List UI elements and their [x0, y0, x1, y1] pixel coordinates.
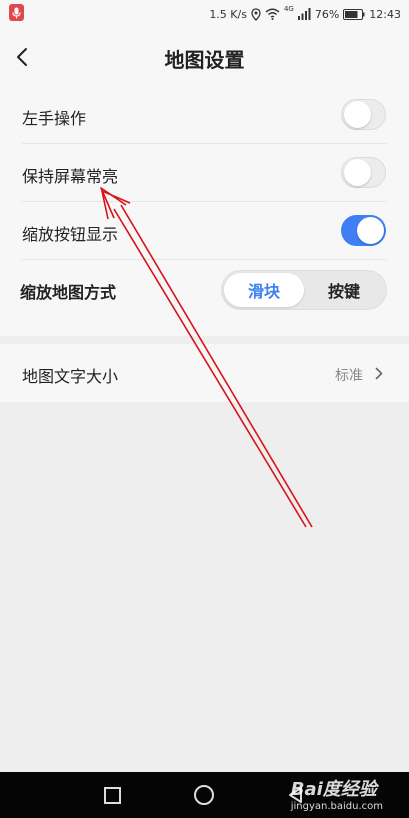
toggle-knob — [357, 217, 384, 244]
text-size-value: 标准 — [335, 368, 363, 384]
keep-screen-on-toggle[interactable] — [341, 157, 386, 188]
zoom-mode-slider-option[interactable]: 滑块 — [224, 273, 304, 307]
setting-label: 左手操作 — [22, 109, 87, 128]
net-speed: 1.5 K/s — [209, 7, 247, 21]
watermark: Bai度经验 jingyan.baidu.com — [290, 779, 383, 813]
battery-level: 76% — [314, 7, 340, 21]
home-icon[interactable] — [194, 785, 214, 805]
clock: 12:43 — [369, 7, 401, 21]
setting-row-zoom-buttons: 缩放按钮显示 — [0, 202, 409, 260]
navigation-bar: Bai度经验 jingyan.baidu.com — [0, 772, 409, 818]
setting-label: 缩放地图方式 — [20, 283, 117, 302]
network-type: 4G — [283, 5, 294, 13]
location-icon — [251, 7, 261, 21]
header: 地图设置 — [0, 28, 409, 86]
setting-row-zoom-mode: 缩放地图方式 滑块 按键 — [0, 260, 409, 318]
chevron-right-icon — [373, 363, 385, 383]
setting-label: 地图文字大小 — [22, 367, 119, 386]
left-hand-toggle[interactable] — [341, 99, 386, 130]
setting-row-keep-screen-on: 保持屏幕常亮 — [0, 144, 409, 202]
wifi-icon — [265, 8, 280, 20]
setting-label: 保持屏幕常亮 — [22, 167, 119, 186]
zoom-buttons-toggle[interactable] — [341, 215, 386, 246]
toggle-knob — [344, 159, 371, 186]
setting-row-left-hand: 左手操作 — [0, 86, 409, 144]
microphone-icon — [9, 4, 24, 21]
battery-icon — [343, 8, 365, 20]
settings-card: 左手操作 保持屏幕常亮 缩放按钮显示 缩放地图方式 滑块 按键 — [0, 86, 409, 336]
signal-icon — [297, 8, 311, 20]
watermark-url: jingyan.baidu.com — [290, 801, 383, 812]
page-title: 地图设置 — [164, 48, 245, 72]
toggle-knob — [344, 101, 371, 128]
zoom-mode-button-option[interactable]: 按键 — [304, 273, 384, 307]
watermark-logo: Bai度经验 — [290, 779, 377, 800]
zoom-mode-selector: 滑块 按键 — [221, 270, 387, 310]
map-text-size-row[interactable]: 地图文字大小 标准 — [0, 344, 409, 402]
setting-label: 缩放按钮显示 — [22, 225, 119, 244]
recent-apps-icon[interactable] — [104, 787, 121, 804]
status-bar: 1.5 K/s 4G 76% 12:43 — [0, 0, 409, 28]
